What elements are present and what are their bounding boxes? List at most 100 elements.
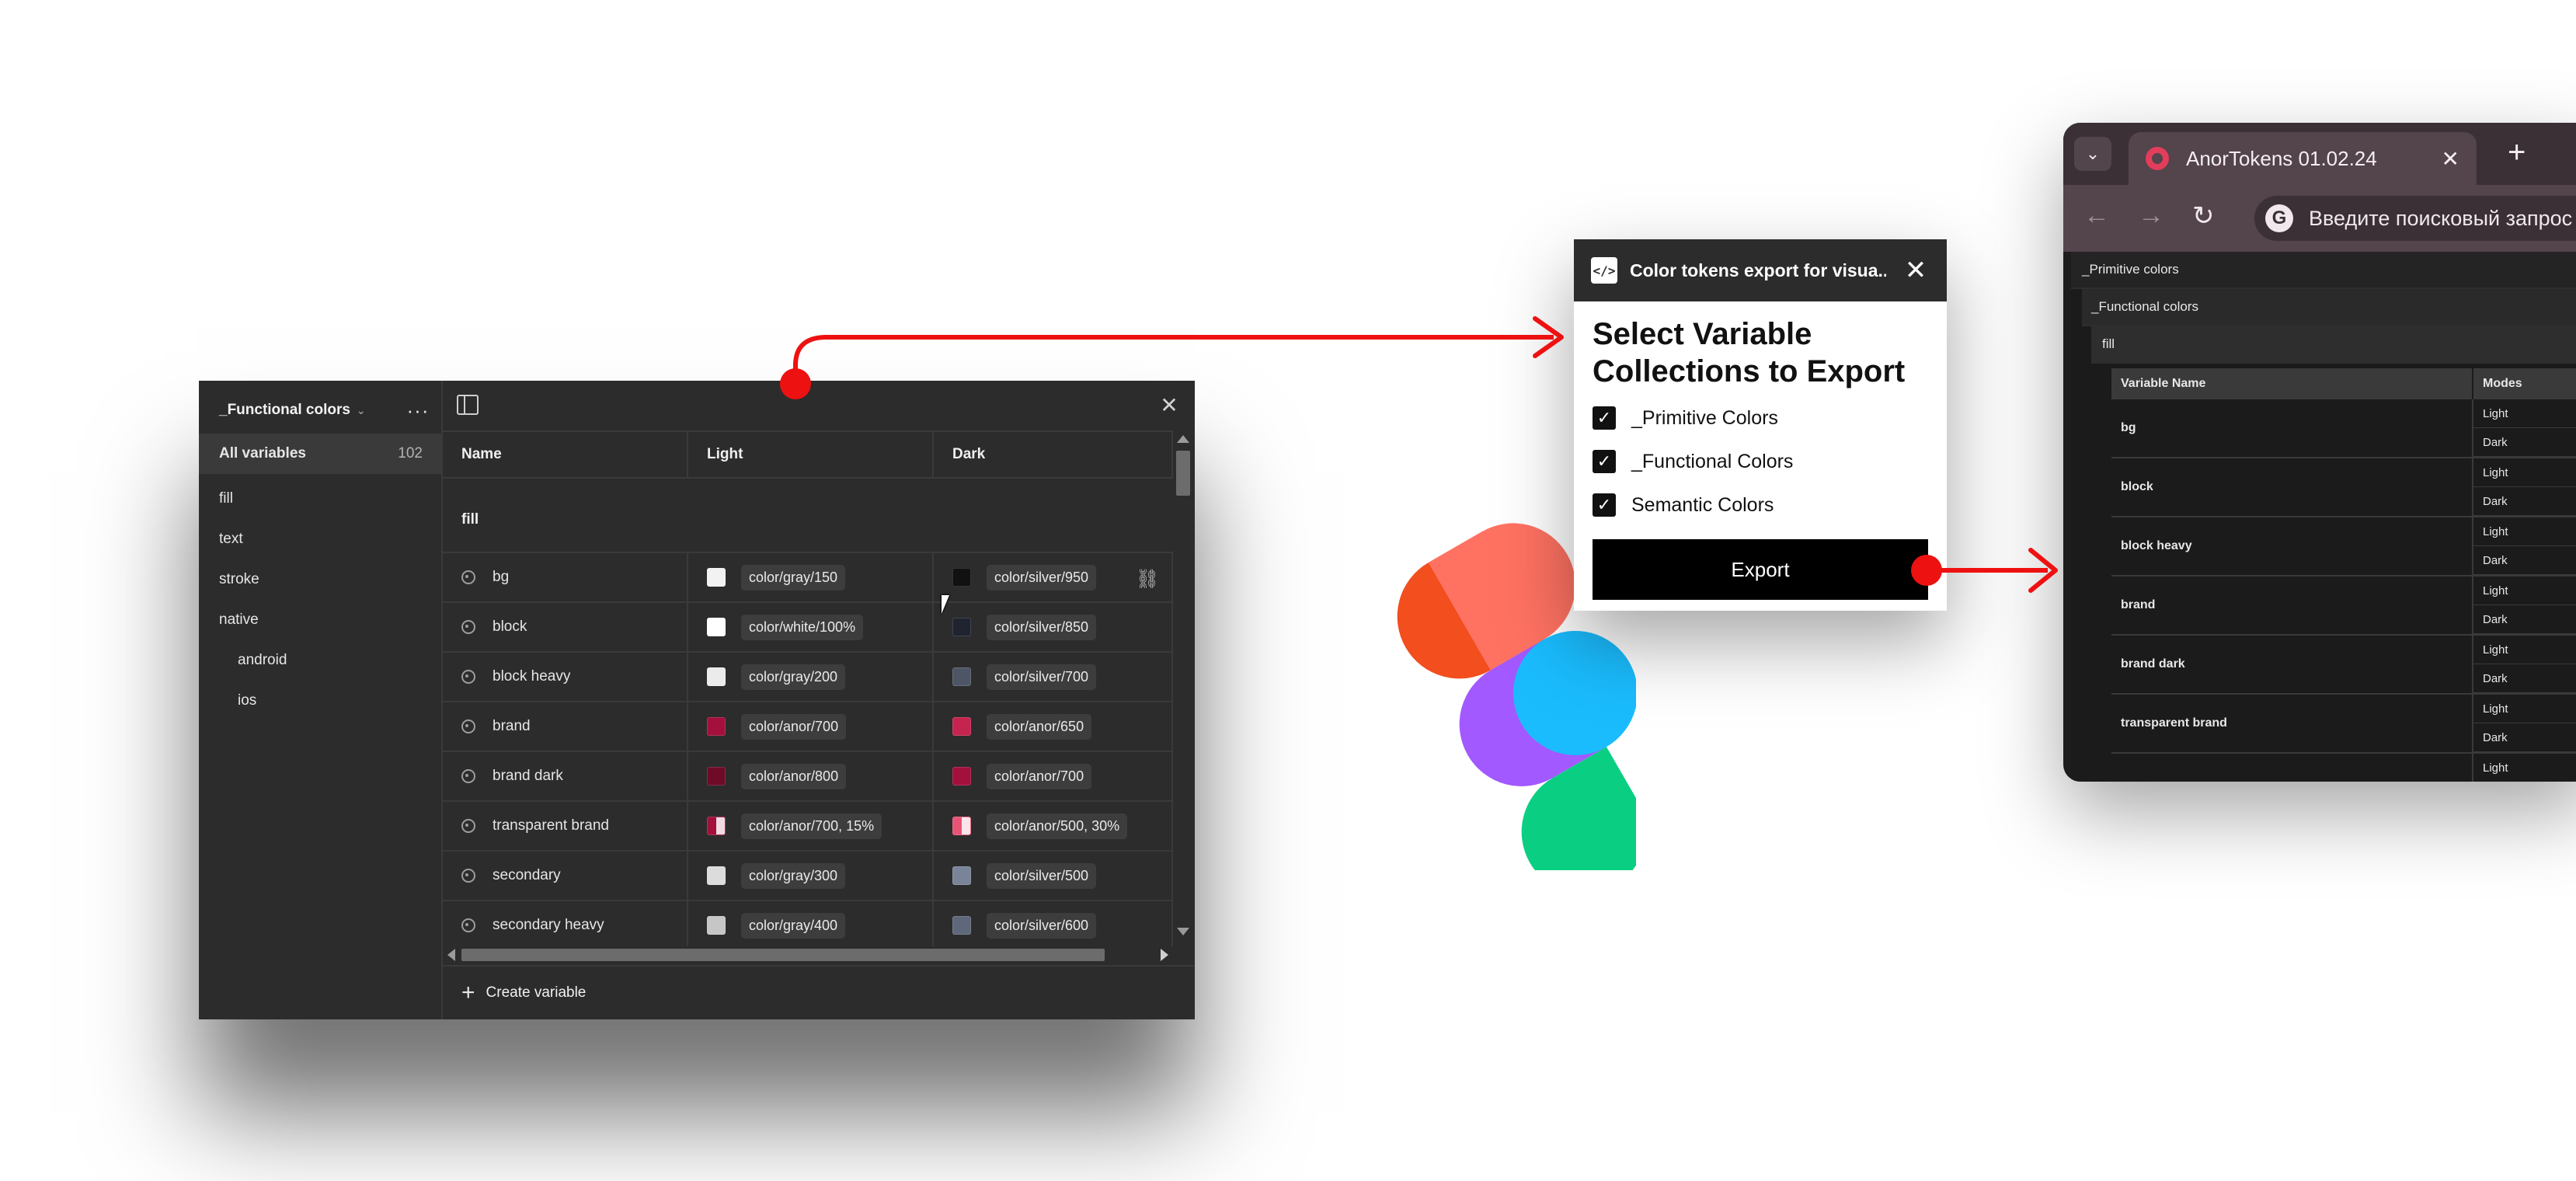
table-row: transparent brand Light Dark (2111, 695, 2576, 754)
more-icon[interactable]: ··· (404, 396, 432, 424)
alias-chip[interactable]: color/gray/150 (741, 564, 846, 590)
table-row[interactable]: brand color/anor/700 color/anor/650 (443, 701, 1173, 751)
mode-cell: Dark (2473, 664, 2576, 693)
variable-name: brand dark (493, 768, 563, 784)
mode-cell: Dark (2473, 546, 2576, 575)
alias-chip[interactable]: color/anor/650 (987, 713, 1092, 740)
column-header-name[interactable]: Name (443, 432, 688, 477)
export-button[interactable]: Export (1593, 539, 1928, 600)
vertical-scrollbar[interactable] (1173, 430, 1193, 940)
alias-chip[interactable]: color/silver/600 (987, 912, 1097, 939)
checkbox-semantic-colors[interactable]: ✓ Semantic Colors (1593, 483, 1928, 527)
alias-chip[interactable]: color/gray/200 (741, 664, 846, 690)
browser-toolbar: ← → ↻ G Введите поисковый запрос (2063, 185, 2576, 252)
code-icon: </> (1591, 257, 1617, 284)
alias-chip[interactable]: color/silver/950 (987, 564, 1097, 590)
sidebar-toggle-icon[interactable] (457, 395, 479, 415)
table-row[interactable]: transparent brand color/anor/700, 15% co… (443, 800, 1173, 850)
variable-name: block heavy (2111, 517, 2473, 575)
section-primitive-colors[interactable]: _Primitive colors (2071, 252, 2576, 289)
alias-chip[interactable]: color/anor/700 (741, 713, 847, 740)
color-swatch (707, 817, 726, 835)
alias-chip[interactable]: color/silver/850 (987, 614, 1097, 640)
table-row[interactable]: bg color/gray/150 color/silver/950 ⛓ (443, 552, 1173, 601)
plus-icon[interactable]: + (2508, 135, 2526, 170)
scroll-thumb[interactable] (461, 949, 1105, 961)
browser-window: ⌄ AnorTokens 01.02.24 ✕ + ← → ↻ G Введит… (2063, 123, 2576, 782)
scroll-up-icon[interactable] (1177, 435, 1189, 443)
alias-chip[interactable]: color/silver/700 (987, 664, 1097, 690)
back-icon[interactable]: ← (2083, 200, 2110, 231)
horizontal-scrollbar[interactable] (443, 946, 1173, 963)
all-variables-count: 102 (398, 445, 423, 462)
table-row[interactable]: secondary heavy color/gray/400 color/sil… (443, 900, 1173, 949)
alias-chip[interactable]: color/silver/500 (987, 862, 1097, 889)
browser-tab[interactable]: AnorTokens 01.02.24 ✕ (2129, 132, 2477, 185)
variable-name: bg (2111, 399, 2473, 457)
forward-icon[interactable]: → (2138, 200, 2164, 231)
checkbox-functional-colors[interactable]: ✓ _Functional Colors (1593, 440, 1928, 483)
chevron-down-icon: ⌄ (356, 403, 366, 416)
checkbox-icon[interactable]: ✓ (1593, 450, 1616, 473)
scroll-thumb[interactable] (1176, 451, 1190, 496)
variables-table-area: ✕ Name Light Dark fill bg color/gray/150… (443, 381, 1195, 1019)
close-icon[interactable]: ✕ (1900, 255, 1931, 286)
table-row[interactable]: secondary color/gray/300 color/silver/50… (443, 850, 1173, 900)
column-header-light[interactable]: Light (688, 432, 934, 477)
alias-chip[interactable]: color/gray/300 (741, 862, 846, 889)
plugin-titlebar: </> Color tokens export for visua... ✕ (1574, 239, 1947, 301)
group-heading: fill (461, 511, 479, 528)
all-variables-item[interactable]: All variables 102 (199, 434, 443, 474)
group-item-text[interactable]: text (199, 519, 443, 559)
group-item-android[interactable]: android (199, 640, 443, 681)
color-swatch (952, 667, 971, 686)
section-fill[interactable]: fill (2091, 326, 2576, 364)
scroll-right-icon[interactable] (1161, 949, 1168, 961)
tab-title: AnorTokens 01.02.24 (2186, 146, 2377, 170)
reload-icon[interactable]: ↻ (2192, 200, 2215, 232)
color-swatch (952, 568, 971, 587)
close-icon[interactable]: ✕ (1156, 392, 1182, 418)
checkbox-label: _Functional Colors (1631, 450, 1794, 472)
collection-name: _Functional colors (219, 402, 350, 418)
mode-cell: Dark (2473, 723, 2576, 752)
section-functional-colors[interactable]: _Functional colors (2082, 289, 2576, 326)
create-variable-button[interactable]: + Create variable (443, 965, 1195, 1019)
variable-name: transparent brand (2111, 695, 2473, 752)
color-swatch (707, 916, 726, 935)
color-swatch (707, 767, 726, 786)
group-item-ios[interactable]: ios (199, 681, 443, 721)
color-swatch (707, 866, 726, 885)
alias-chip[interactable]: color/anor/500, 30% (987, 813, 1128, 839)
color-swatch (707, 568, 726, 587)
alias-chip[interactable]: color/white/100% (741, 614, 864, 640)
google-icon: G (2265, 204, 2293, 232)
alias-chip[interactable]: color/anor/700 (987, 763, 1092, 789)
address-bar[interactable]: G Введите поисковый запрос (2254, 196, 2576, 241)
checkbox-primitive-colors[interactable]: ✓ _Primitive Colors (1593, 396, 1928, 440)
link-icon[interactable]: ⛓ (1136, 569, 1159, 590)
variable-name: secondary heavy (493, 917, 604, 933)
alias-chip[interactable]: color/anor/700, 15% (741, 813, 882, 839)
collection-dropdown[interactable]: _Functional colors ⌄ (219, 395, 366, 426)
checkbox-icon[interactable]: ✓ (1593, 493, 1616, 517)
scroll-left-icon[interactable] (447, 949, 455, 961)
alias-chip[interactable]: color/gray/400 (741, 912, 846, 939)
table-row[interactable]: brand dark color/anor/800 color/anor/700 (443, 751, 1173, 800)
alias-chip[interactable]: color/anor/800 (741, 763, 847, 789)
group-item-fill[interactable]: fill (199, 479, 443, 519)
palette-icon (461, 918, 475, 932)
checkbox-icon[interactable]: ✓ (1593, 406, 1616, 430)
chevron-down-icon[interactable]: ⌄ (2074, 137, 2111, 171)
table-row: block heavy Light Dark (2111, 517, 2576, 577)
table-row[interactable]: block heavy color/gray/200 color/silver/… (443, 651, 1173, 701)
group-item-stroke[interactable]: stroke (199, 559, 443, 600)
group-item-native[interactable]: native (199, 600, 443, 640)
color-swatch (707, 667, 726, 686)
variable-name: secondary (493, 867, 561, 883)
close-icon[interactable]: ✕ (2442, 146, 2459, 172)
scroll-down-icon[interactable] (1177, 928, 1189, 935)
table-row[interactable]: block color/white/100% color/silver/850 (443, 601, 1173, 651)
column-header-dark[interactable]: Dark (934, 432, 1173, 477)
variable-name: brand dark (2111, 636, 2473, 693)
